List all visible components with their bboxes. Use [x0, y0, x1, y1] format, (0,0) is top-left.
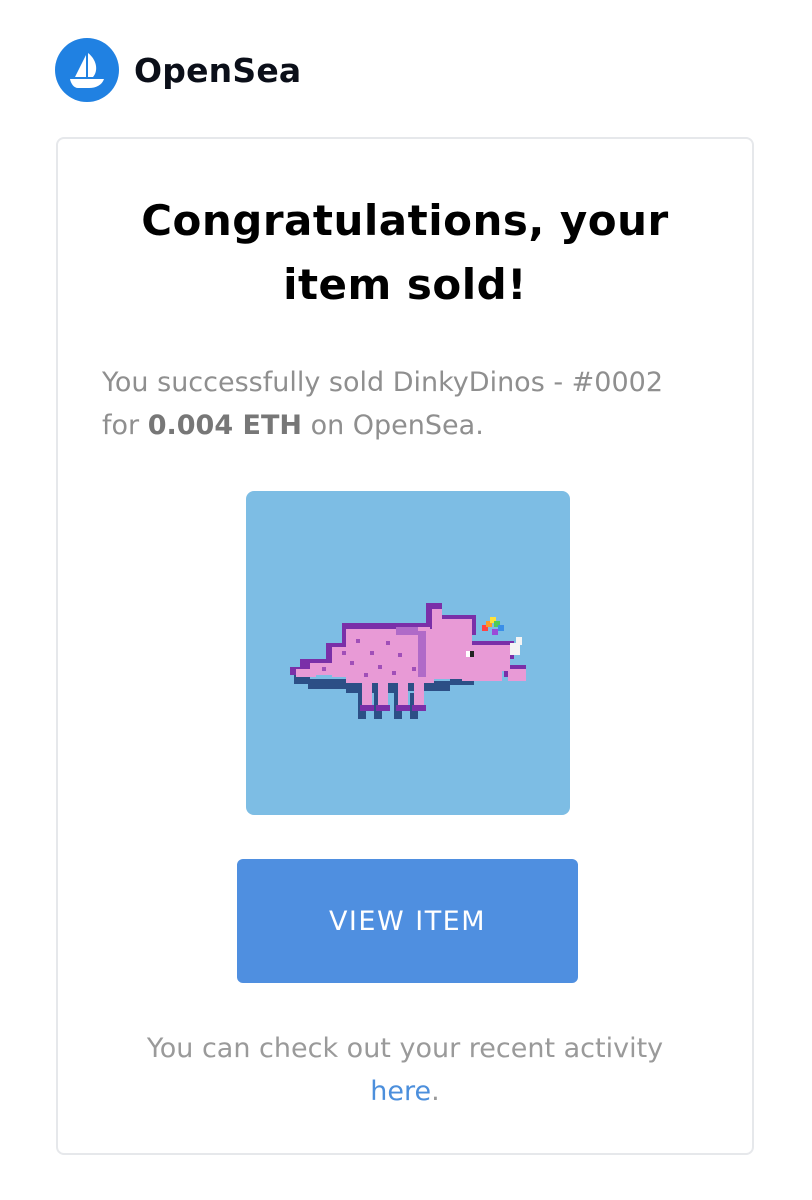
- email-card: Congratulations, your item sold! You suc…: [56, 137, 754, 1155]
- sailboat-icon: [70, 53, 104, 88]
- brand-name: OpenSea: [134, 50, 302, 90]
- footer-link-line: here.: [58, 1070, 752, 1113]
- message-suffix: on OpenSea.: [301, 410, 484, 441]
- view-item-button[interactable]: VIEW ITEM: [237, 859, 578, 983]
- pixel-triceratops-image: [290, 603, 526, 719]
- nft-item-image[interactable]: [246, 491, 570, 815]
- footer-period: .: [431, 1076, 440, 1107]
- page-title: Congratulations, your item sold!: [58, 189, 752, 317]
- title-line-1: Congratulations, your: [141, 196, 669, 245]
- footer-text: You can check out your recent activity: [146, 1033, 664, 1064]
- header: OpenSea: [55, 38, 301, 102]
- opensea-logo[interactable]: [55, 38, 119, 102]
- footer-note: You can check out your recent activity h…: [58, 1027, 752, 1113]
- recent-activity-link[interactable]: here: [370, 1076, 431, 1107]
- sale-price: 0.004 ETH: [147, 410, 302, 441]
- title-line-2: item sold!: [283, 260, 527, 309]
- sale-message: You successfully sold DinkyDinos - #0002…: [102, 361, 702, 447]
